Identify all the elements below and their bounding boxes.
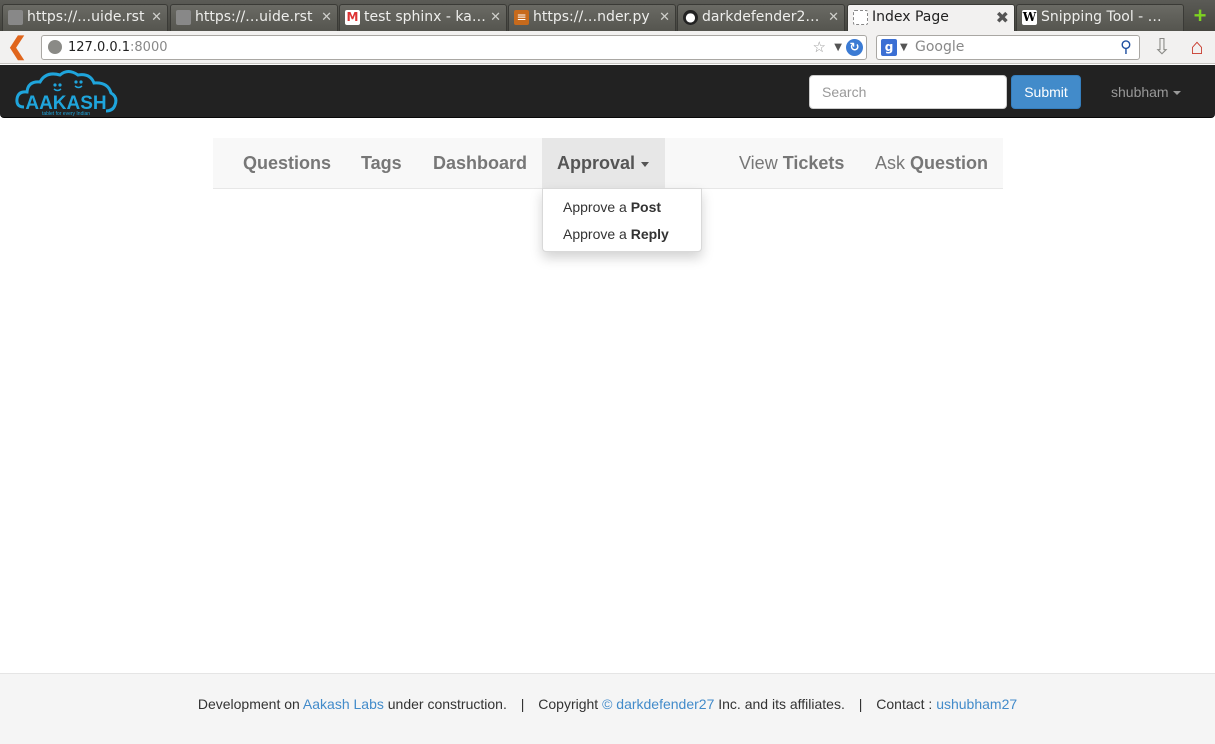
approval-dropdown-menu: Approve a Post Approve a Reply (542, 188, 702, 252)
search-input[interactable] (809, 75, 1007, 109)
close-icon[interactable]: ✕ (828, 5, 839, 30)
aakash-logo[interactable]: AAKASH tablet for every Indian (14, 65, 119, 117)
close-icon[interactable]: ✖ (996, 5, 1009, 30)
approve-reply-menu-item[interactable]: Approve a Reply (543, 221, 701, 248)
home-icon[interactable]: ⌂ (1184, 34, 1210, 60)
google-icon[interactable]: g (881, 39, 897, 56)
page-footer: Development on Aakash Labs under constru… (0, 673, 1215, 744)
file-icon (176, 10, 191, 25)
nav-view-tickets-prefix: View (739, 153, 778, 173)
tab-label: Snipping Tool - … (1041, 9, 1162, 25)
gmail-icon: M (345, 10, 360, 25)
cloud-logo-icon: AAKASH tablet for every Indian (15, 70, 118, 117)
user-name: shubham (1111, 84, 1169, 100)
nav-view-tickets[interactable]: View Tickets (724, 138, 859, 188)
tab-label: https://…nder.py (533, 9, 650, 25)
file-icon (8, 10, 23, 25)
menu-item-bold: Reply (630, 226, 669, 242)
submit-button[interactable]: Submit (1011, 75, 1081, 109)
close-icon[interactable]: ✕ (321, 5, 332, 30)
nav-dashboard[interactable]: Dashboard (418, 138, 542, 188)
nav-approval-dropdown[interactable]: Approval (542, 138, 665, 188)
footer-separator: | (858, 696, 863, 712)
nav-questions-label: Questions (243, 153, 332, 173)
approve-post-menu-item[interactable]: Approve a Post (543, 194, 701, 221)
menu-item-prefix: Approve a (563, 199, 627, 215)
nav-tags-label: Tags (361, 153, 402, 173)
tab-label: https://…uide.rst (27, 9, 145, 25)
caret-down-icon (641, 161, 650, 167)
browser-tab[interactable]: https://…uide.rst ✕ (170, 4, 338, 31)
close-icon[interactable]: ✕ (490, 5, 501, 30)
footer-separator: | (520, 696, 525, 712)
nav-approval-label: Approval (557, 153, 636, 173)
reload-icon[interactable]: ↻ (846, 39, 863, 56)
footer-copyright-prefix: Copyright (538, 696, 599, 712)
blank-page-icon (853, 10, 868, 25)
nav-ask-question-prefix: Ask (875, 153, 906, 173)
url-port: :8000 (130, 40, 168, 55)
back-arrow-icon[interactable]: ❮ (7, 34, 29, 60)
user-menu[interactable]: shubham (1098, 75, 1194, 109)
tab-label: https://…uide.rst (195, 9, 313, 25)
new-tab-icon[interactable]: + (1188, 5, 1212, 29)
contact-link[interactable]: ushubham27 (936, 696, 1017, 712)
menu-item-bold: Post (630, 199, 662, 215)
browser-tab[interactable]: M test sphinx - ka… ✕ (339, 4, 507, 31)
browser-tab-active[interactable]: Index Page ✖ (847, 4, 1015, 31)
close-icon[interactable]: ✕ (659, 5, 670, 30)
menu-item-prefix: Approve a (563, 226, 627, 242)
code-file-icon: ≡ (514, 10, 529, 25)
search-placeholder: Google (915, 39, 965, 55)
url-host: 127.0.0.1 (68, 40, 131, 55)
browser-tab[interactable]: ● darkdefender2… ✕ (677, 4, 845, 31)
nav-questions[interactable]: Questions (228, 138, 346, 188)
nav-dashboard-label: Dashboard (433, 153, 528, 173)
section-nav: Questions Tags Dashboard Approval View T… (213, 138, 1003, 189)
search-icon[interactable]: ⚲ (1117, 38, 1135, 56)
close-icon[interactable]: ✕ (151, 5, 162, 30)
logo-tagline: tablet for every Indian (42, 111, 90, 117)
github-icon: ● (683, 10, 698, 25)
url-bar[interactable]: 127.0.0.1:8000 ☆ ▼ ↻ (41, 35, 867, 60)
site-navbar: AAKASH tablet for every Indian Submit sh… (0, 65, 1215, 118)
browser-tab[interactable]: ≡ https://…nder.py ✕ (508, 4, 676, 31)
nav-ask-question-bold: Question (910, 153, 989, 173)
footer-dev-prefix: Development on (197, 696, 300, 712)
bookmark-star-icon[interactable]: ☆ (813, 36, 826, 59)
nav-tags[interactable]: Tags (346, 138, 417, 188)
download-icon[interactable]: ⇩ (1150, 34, 1174, 60)
tab-label: Index Page (872, 9, 949, 25)
nav-view-tickets-bold: Tickets (782, 153, 845, 173)
nav-ask-question[interactable]: Ask Question (860, 138, 1003, 188)
chevron-down-icon[interactable]: ▼ (834, 36, 842, 59)
caret-down-icon (1172, 91, 1181, 96)
tab-label: darkdefender2… (702, 9, 820, 25)
aakash-labs-link[interactable]: Aakash Labs (303, 696, 384, 712)
browser-tab[interactable]: W Snipping Tool - … (1016, 4, 1184, 31)
wikipedia-icon: W (1022, 10, 1037, 25)
chevron-down-icon[interactable]: ▼ (900, 36, 908, 59)
footer-contact-prefix: Contact : (876, 696, 933, 712)
browser-tab[interactable]: https://…uide.rst ✕ (2, 4, 168, 31)
browser-search-bar[interactable]: g ▼ Google ⚲ (876, 35, 1140, 60)
browser-toolbar: ❮ 127.0.0.1:8000 ☆ ▼ ↻ g ▼ Google ⚲ ⇩ ⌂ (0, 31, 1215, 64)
globe-icon (48, 40, 62, 54)
tab-label: test sphinx - ka… (364, 9, 486, 25)
browser-tab-bar: https://…uide.rst ✕ https://…uide.rst ✕ … (0, 0, 1215, 31)
footer-copyright-suffix: Inc. and its affiliates. (718, 696, 845, 712)
footer-dev-suffix: under construction. (387, 696, 507, 712)
copyright-link[interactable]: © darkdefender27 (602, 696, 714, 712)
